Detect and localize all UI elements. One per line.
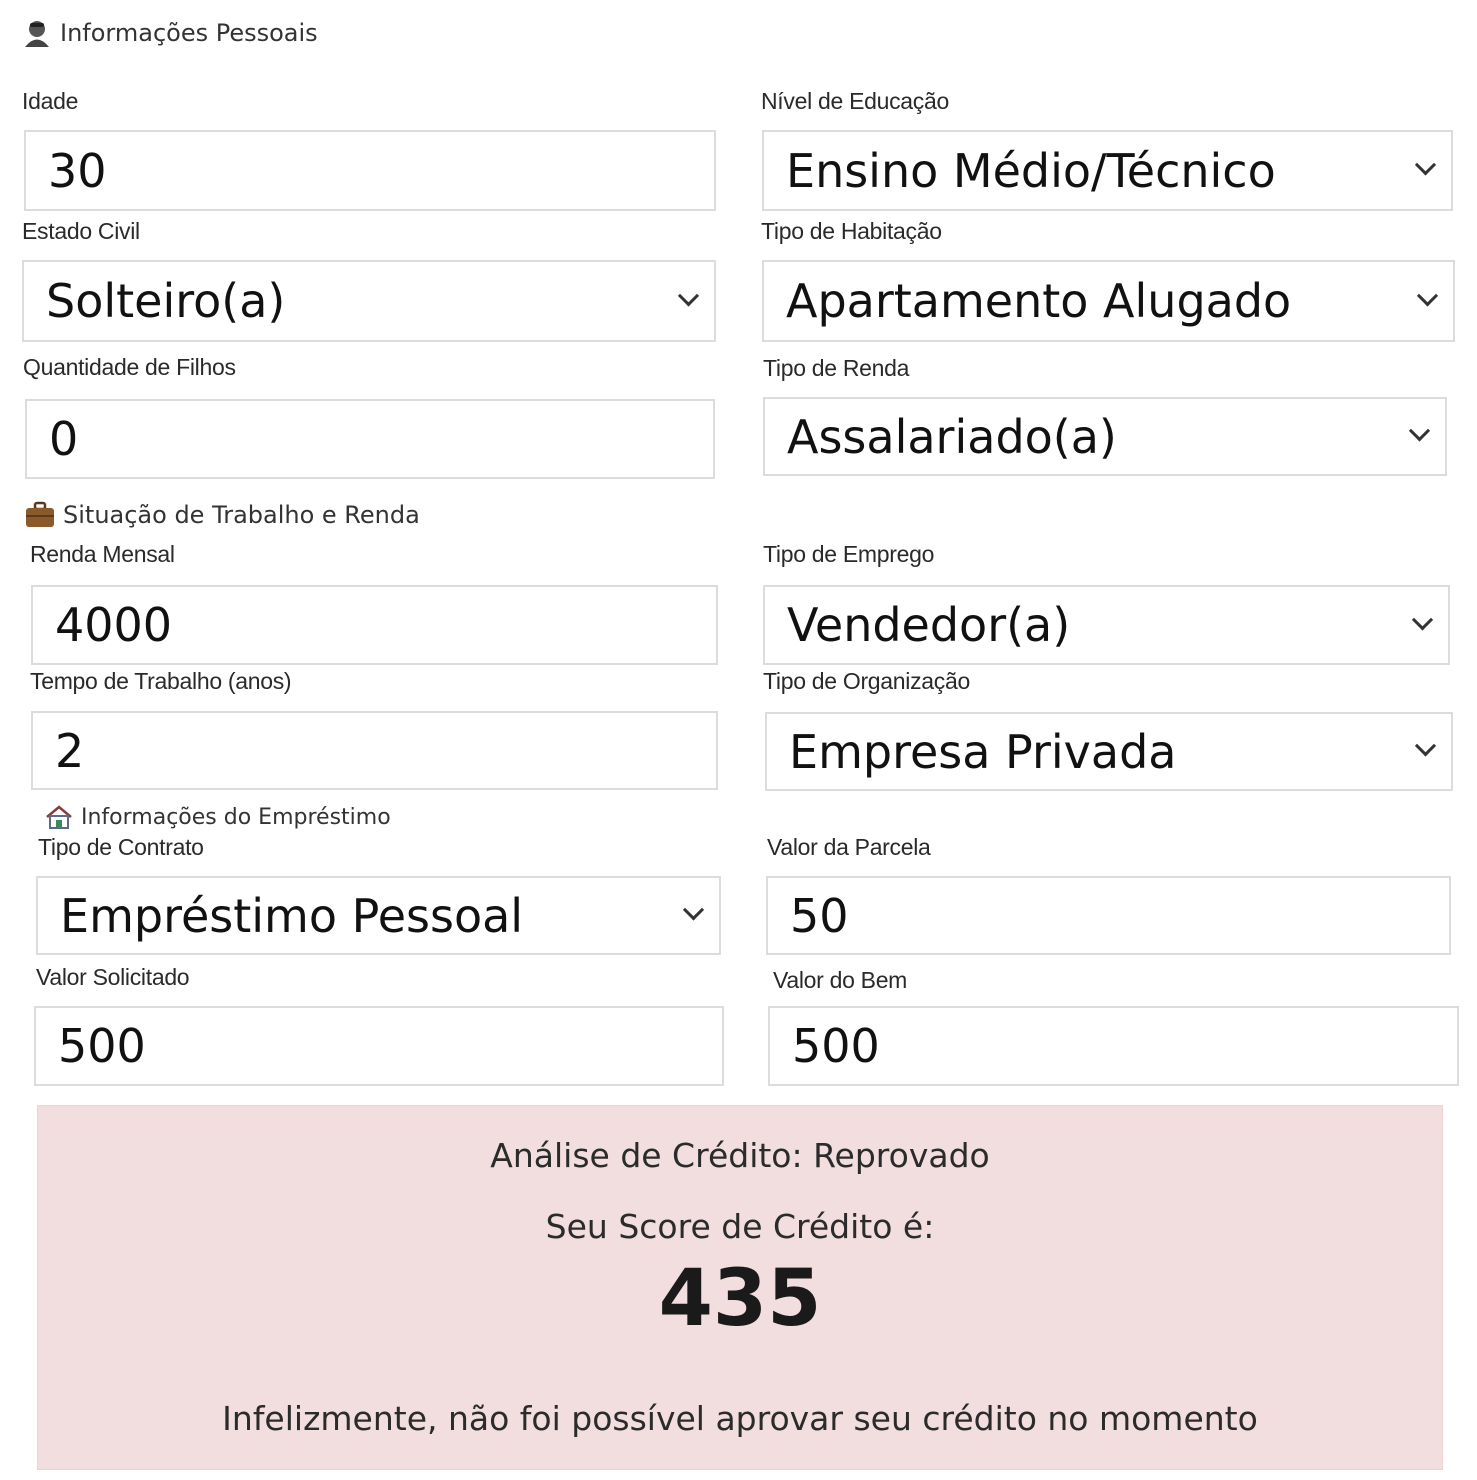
- house-icon: [45, 804, 73, 830]
- valor-solicitado-input[interactable]: 500: [34, 1006, 724, 1086]
- renda-mensal-value: 4000: [55, 598, 173, 652]
- chevron-down-icon: [1414, 154, 1437, 176]
- valor-parcela-value: 50: [790, 888, 849, 943]
- idade-value: 30: [48, 143, 107, 198]
- tempo-trabalho-label: Tempo de Trabalho (anos): [30, 668, 292, 694]
- section-loan-label: Informações do Empréstimo: [81, 804, 391, 830]
- quantidade-filhos-value: 0: [49, 412, 79, 466]
- section-work-title: Situação de Trabalho e Renda: [25, 500, 420, 530]
- tipo-contrato-value: Empréstimo Pessoal: [60, 888, 524, 943]
- valor-parcela-label: Valor da Parcela: [767, 834, 931, 860]
- estado-civil-label: Estado Civil: [22, 218, 140, 244]
- tipo-organizacao-select[interactable]: Empresa Privada: [765, 712, 1453, 791]
- chevron-down-icon: [677, 284, 700, 306]
- chevron-down-icon: [1411, 608, 1434, 630]
- tipo-renda-label: Tipo de Renda: [763, 355, 910, 381]
- credit-result-panel: Análise de Crédito: Reprovado Seu Score …: [37, 1105, 1443, 1470]
- section-loan-title: Informações do Empréstimo: [45, 804, 391, 830]
- tipo-contrato-label: Tipo de Contrato: [38, 834, 204, 860]
- tempo-trabalho-value: 2: [55, 723, 85, 778]
- idade-label: Idade: [22, 88, 79, 114]
- valor-bem-input[interactable]: 500: [768, 1006, 1459, 1086]
- credit-message-text: Infelizmente, não foi possível aprovar s…: [222, 1399, 1258, 1438]
- section-work-label: Situação de Trabalho e Renda: [63, 501, 420, 529]
- idade-input[interactable]: 30: [24, 130, 716, 211]
- person-icon: [22, 18, 52, 48]
- tipo-contrato-select[interactable]: Empréstimo Pessoal: [36, 876, 721, 955]
- estado-civil-select[interactable]: Solteiro(a): [22, 260, 716, 342]
- score-label-text: Seu Score de Crédito é:: [545, 1207, 935, 1246]
- valor-solicitado-value: 500: [58, 1019, 146, 1073]
- estado-civil-value: Solteiro(a): [46, 274, 286, 328]
- tipo-emprego-label: Tipo de Emprego: [763, 541, 935, 567]
- renda-mensal-input[interactable]: 4000: [31, 585, 718, 665]
- valor-bem-label: Valor do Bem: [773, 967, 908, 993]
- credit-score-value: 435: [658, 1254, 822, 1344]
- section-personal-label: Informações Pessoais: [60, 19, 318, 47]
- nivel-educacao-select[interactable]: Ensino Médio/Técnico: [762, 130, 1453, 211]
- tipo-habitacao-value: Apartamento Alugado: [786, 274, 1292, 328]
- section-personal-title: Informações Pessoais: [22, 18, 318, 48]
- nivel-educacao-value: Ensino Médio/Técnico: [786, 143, 1276, 198]
- valor-bem-value: 500: [792, 1019, 880, 1073]
- tipo-organizacao-value: Empresa Privada: [789, 724, 1177, 779]
- tipo-habitacao-select[interactable]: Apartamento Alugado: [762, 260, 1455, 342]
- quantidade-filhos-input[interactable]: 0: [25, 399, 715, 479]
- valor-parcela-input[interactable]: 50: [766, 876, 1451, 955]
- tipo-renda-value: Assalariado(a): [787, 409, 1117, 464]
- tipo-emprego-value: Vendedor(a): [787, 598, 1071, 652]
- chevron-down-icon: [1416, 284, 1439, 306]
- tipo-organizacao-label: Tipo de Organização: [763, 668, 970, 694]
- briefcase-icon: [25, 500, 55, 530]
- credit-status-text: Análise de Crédito: Reprovado: [490, 1136, 990, 1175]
- nivel-educacao-label: Nível de Educação: [761, 88, 949, 114]
- quantidade-filhos-label: Quantidade de Filhos: [23, 354, 236, 380]
- tipo-renda-select[interactable]: Assalariado(a): [763, 397, 1447, 476]
- tipo-habitacao-label: Tipo de Habitação: [761, 218, 942, 244]
- tipo-emprego-select[interactable]: Vendedor(a): [763, 585, 1450, 665]
- chevron-down-icon: [1414, 735, 1437, 757]
- chevron-down-icon: [682, 899, 705, 921]
- tempo-trabalho-input[interactable]: 2: [31, 711, 718, 790]
- valor-solicitado-label: Valor Solicitado: [36, 964, 190, 990]
- chevron-down-icon: [1408, 420, 1431, 442]
- renda-mensal-label: Renda Mensal: [30, 541, 175, 567]
